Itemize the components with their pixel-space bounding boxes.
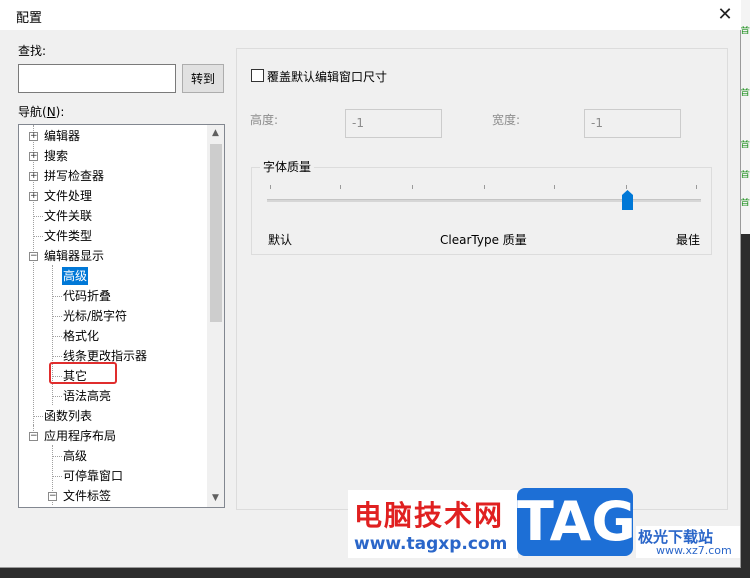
override-size-label: 覆盖默认编辑窗口尺寸 (267, 70, 388, 84)
watermark-site-url: www.tagxp.com (354, 534, 508, 554)
tree-item-code-folding[interactable]: 代码折叠 (63, 287, 111, 305)
tree-connector (33, 416, 43, 417)
height-input[interactable]: -1 (345, 109, 442, 138)
width-label: 宽度: (492, 113, 521, 127)
expand-icon[interactable]: + (29, 152, 38, 161)
title-bar: 配置 ✕ (0, 0, 741, 30)
collapse-icon[interactable]: − (29, 252, 38, 261)
background-glyph: 音 (740, 26, 750, 36)
watermark-logo: TAG (517, 488, 636, 556)
tree-item-syntax-highlight[interactable]: 语法高亮 (63, 387, 111, 405)
tree-item-file-tabs[interactable]: 文件标签 (63, 487, 111, 505)
tree-connector (52, 476, 62, 477)
tree-item-spellcheck[interactable]: 拼写检查器 (44, 167, 104, 185)
tree-connector (33, 125, 34, 425)
slider-tick (554, 185, 555, 189)
tree-connector (52, 396, 62, 397)
slider-tick (484, 185, 485, 189)
expand-icon[interactable]: + (29, 172, 38, 181)
font-quality-slider-thumb[interactable] (621, 190, 633, 210)
slider-tick (270, 185, 271, 189)
tree-item-file-handling[interactable]: 文件处理 (44, 187, 92, 205)
tree-item-formatting[interactable]: 格式化 (63, 327, 99, 345)
slider-tick (412, 185, 413, 189)
height-label: 高度: (250, 113, 279, 127)
override-size-checkbox[interactable] (251, 69, 264, 82)
tree-connector (52, 336, 62, 337)
width-input[interactable]: -1 (584, 109, 681, 138)
expand-icon[interactable]: + (29, 192, 38, 201)
watermark-side: 极光下载站 www.xz7.com (636, 526, 740, 558)
tree-item-cursor-caret[interactable]: 光标/脱字符 (63, 307, 127, 325)
background-glyph: 音 (740, 140, 750, 150)
font-quality-slider-track[interactable] (267, 199, 701, 202)
expand-icon[interactable]: + (29, 132, 38, 141)
scrollbar-thumb[interactable] (210, 144, 222, 322)
tree-connector (52, 316, 62, 317)
tree-item-file-types[interactable]: 文件类型 (44, 227, 92, 245)
find-label: 查找: (18, 44, 47, 58)
goto-button[interactable]: 转到 (182, 64, 224, 93)
tree-item-app-layout[interactable]: 应用程序布局 (44, 427, 116, 445)
slider-tick (696, 185, 697, 189)
slider-tick (626, 185, 627, 189)
tree-item-function-list[interactable]: 函数列表 (44, 407, 92, 425)
quality-best-label: 最佳 (676, 233, 701, 247)
watermark-site-name: 电脑技术网 (354, 499, 505, 532)
close-icon[interactable]: ✕ (712, 3, 738, 27)
annotation-highlight-box (49, 362, 117, 384)
font-quality-title: 字体质量 (260, 158, 315, 175)
tree-item-search[interactable]: 搜索 (44, 147, 68, 165)
config-dialog: 配置 ✕ 查找: 转到 导航(N): + + + + − − − 编辑器 搜索 … (0, 0, 741, 568)
tree-item-advanced-selected[interactable]: 高级 (62, 267, 89, 285)
nav-label: 导航(N): (18, 105, 65, 119)
tree-item-dockable-windows[interactable]: 可停靠窗口 (63, 467, 123, 485)
tree-connector (52, 265, 53, 405)
tree-item-file-association[interactable]: 文件关联 (44, 207, 92, 225)
tree-connector (52, 296, 62, 297)
scroll-down-icon[interactable]: ▼ (207, 490, 224, 507)
scroll-up-icon[interactable]: ▲ (207, 125, 224, 142)
tree-scrollbar[interactable]: ▲ ▼ (207, 125, 224, 507)
dialog-title: 配置 (16, 11, 43, 26)
tree-item-editor-display[interactable]: 编辑器显示 (44, 247, 104, 265)
tree-connector (33, 236, 43, 237)
collapse-icon[interactable]: − (48, 492, 57, 501)
find-input[interactable] (18, 64, 176, 93)
tree-connector (52, 356, 62, 357)
nav-tree[interactable]: + + + + − − − 编辑器 搜索 拼写检查器 文件处理 文件关联 文件类… (18, 124, 225, 508)
watermark-side-url: www.xz7.com (656, 544, 732, 557)
collapse-icon[interactable]: − (29, 432, 38, 441)
background-glyph: 音 (740, 170, 750, 180)
slider-tick (340, 185, 341, 189)
quality-default-label: 默认 (268, 233, 293, 247)
background-glyph: 音 (740, 88, 750, 98)
tree-connector (33, 216, 43, 217)
background-glyph: 音 (740, 198, 750, 208)
tree-connector (52, 456, 62, 457)
tree-item-editor[interactable]: 编辑器 (44, 127, 80, 145)
quality-cleartype-label: ClearType 质量 (440, 233, 527, 247)
tree-item-layout-advanced[interactable]: 高级 (63, 447, 87, 465)
